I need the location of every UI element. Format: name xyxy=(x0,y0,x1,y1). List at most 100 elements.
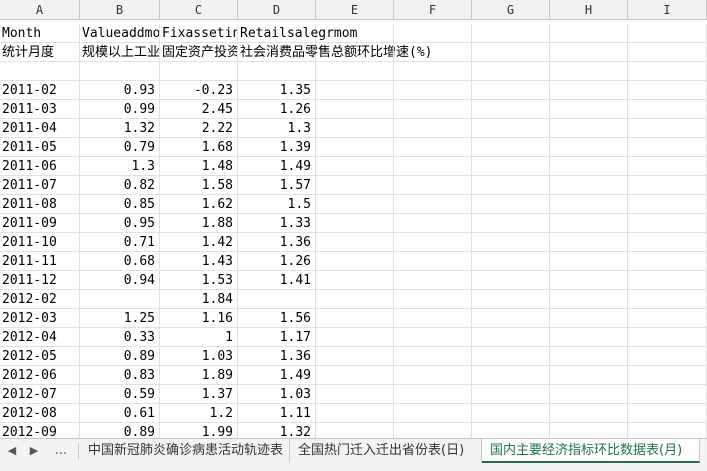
value-cell[interactable]: 1 xyxy=(160,328,238,347)
value-cell[interactable]: 1.57 xyxy=(238,176,316,195)
cell[interactable] xyxy=(628,138,707,157)
value-cell[interactable]: 1.03 xyxy=(238,385,316,404)
value-cell[interactable]: 0.83 xyxy=(80,366,160,385)
cell[interactable] xyxy=(394,404,472,423)
column-header-a[interactable]: A xyxy=(0,0,80,20)
cell[interactable] xyxy=(550,176,628,195)
value-cell[interactable]: 1.3 xyxy=(80,157,160,176)
cell[interactable] xyxy=(316,176,394,195)
cell[interactable] xyxy=(472,309,550,328)
cell[interactable] xyxy=(316,347,394,366)
cell[interactable] xyxy=(550,195,628,214)
cell[interactable] xyxy=(550,347,628,366)
header-cell[interactable]: 统计月度 xyxy=(0,43,80,62)
header-cell[interactable]: 社会消费品零售总额环比增速(%) xyxy=(238,43,432,62)
value-cell[interactable]: 0.95 xyxy=(80,214,160,233)
cell[interactable] xyxy=(472,328,550,347)
month-cell[interactable]: 2012-08 xyxy=(0,404,80,423)
cell[interactable] xyxy=(394,328,472,347)
column-header-g[interactable]: G xyxy=(472,0,550,20)
column-header-e[interactable]: E xyxy=(316,0,394,20)
month-cell[interactable]: 2012-03 xyxy=(0,309,80,328)
cell[interactable] xyxy=(628,290,707,309)
value-cell[interactable]: 1.25 xyxy=(80,309,160,328)
cell[interactable] xyxy=(550,157,628,176)
value-cell[interactable]: 1.3 xyxy=(238,119,316,138)
cell[interactable] xyxy=(316,271,394,290)
month-cell[interactable]: 2011-07 xyxy=(0,176,80,195)
cell[interactable] xyxy=(628,62,707,81)
value-cell[interactable]: 0.99 xyxy=(80,100,160,119)
cell[interactable] xyxy=(472,252,550,271)
cell[interactable] xyxy=(472,176,550,195)
cell[interactable] xyxy=(550,81,628,100)
header-cell[interactable] xyxy=(394,24,472,43)
value-cell[interactable]: 1.53 xyxy=(160,271,238,290)
cell[interactable] xyxy=(316,366,394,385)
cell[interactable] xyxy=(316,214,394,233)
cell[interactable] xyxy=(628,328,707,347)
cell[interactable] xyxy=(628,233,707,252)
cell[interactable] xyxy=(316,290,394,309)
cell[interactable] xyxy=(628,385,707,404)
value-cell[interactable]: 0.33 xyxy=(80,328,160,347)
cell[interactable] xyxy=(472,100,550,119)
cell[interactable] xyxy=(628,176,707,195)
column-header-f[interactable]: F xyxy=(394,0,472,20)
month-cell[interactable]: 2012-06 xyxy=(0,366,80,385)
value-cell[interactable]: 1.39 xyxy=(238,138,316,157)
sheet-tab-migration-provinces[interactable]: 全国热门迁入迁出省份表(日) xyxy=(290,439,482,463)
cell[interactable] xyxy=(550,423,628,438)
cell[interactable] xyxy=(316,328,394,347)
cell[interactable] xyxy=(472,81,550,100)
value-cell[interactable] xyxy=(238,290,316,309)
cell[interactable] xyxy=(80,62,160,81)
header-cell[interactable]: 规模以上工业增加值环比增速 xyxy=(80,43,160,62)
header-cell[interactable] xyxy=(550,24,628,43)
header-cell[interactable] xyxy=(628,43,707,62)
value-cell[interactable]: 1.03 xyxy=(160,347,238,366)
cell[interactable] xyxy=(316,423,394,438)
header-cell[interactable] xyxy=(316,43,394,62)
cell[interactable] xyxy=(472,366,550,385)
cell[interactable] xyxy=(394,366,472,385)
cell[interactable] xyxy=(628,81,707,100)
column-header-b[interactable]: B xyxy=(80,0,160,20)
more-sheets-button[interactable]: ... xyxy=(50,439,72,463)
cell[interactable] xyxy=(550,252,628,271)
value-cell[interactable]: 2.45 xyxy=(160,100,238,119)
cell[interactable] xyxy=(316,385,394,404)
header-cell[interactable] xyxy=(316,24,394,43)
cell[interactable] xyxy=(550,100,628,119)
cell[interactable] xyxy=(472,62,550,81)
value-cell[interactable]: 1.49 xyxy=(238,157,316,176)
value-cell[interactable]: 1.26 xyxy=(238,100,316,119)
value-cell[interactable]: 1.16 xyxy=(160,309,238,328)
cell[interactable] xyxy=(394,271,472,290)
month-cell[interactable]: 2011-04 xyxy=(0,119,80,138)
value-cell[interactable]: 0.82 xyxy=(80,176,160,195)
month-cell[interactable]: 2011-12 xyxy=(0,271,80,290)
cell[interactable] xyxy=(550,271,628,290)
cell[interactable] xyxy=(394,385,472,404)
month-cell[interactable]: 2011-02 xyxy=(0,81,80,100)
header-cell[interactable] xyxy=(394,43,472,62)
cell[interactable] xyxy=(628,423,707,438)
value-cell[interactable]: 1.58 xyxy=(160,176,238,195)
month-cell[interactable]: 2011-06 xyxy=(0,157,80,176)
cell[interactable] xyxy=(394,290,472,309)
cell[interactable] xyxy=(550,328,628,347)
month-cell[interactable]: 2011-03 xyxy=(0,100,80,119)
cell[interactable] xyxy=(394,62,472,81)
value-cell[interactable]: 1.36 xyxy=(238,347,316,366)
cell[interactable] xyxy=(472,290,550,309)
cell[interactable] xyxy=(316,62,394,81)
cell[interactable] xyxy=(472,138,550,157)
cell[interactable] xyxy=(316,233,394,252)
value-cell[interactable]: 1.68 xyxy=(160,138,238,157)
header-cell[interactable] xyxy=(472,43,550,62)
cell[interactable] xyxy=(628,404,707,423)
value-cell[interactable]: 0.94 xyxy=(80,271,160,290)
cell[interactable] xyxy=(316,195,394,214)
month-cell[interactable]: 2011-09 xyxy=(0,214,80,233)
